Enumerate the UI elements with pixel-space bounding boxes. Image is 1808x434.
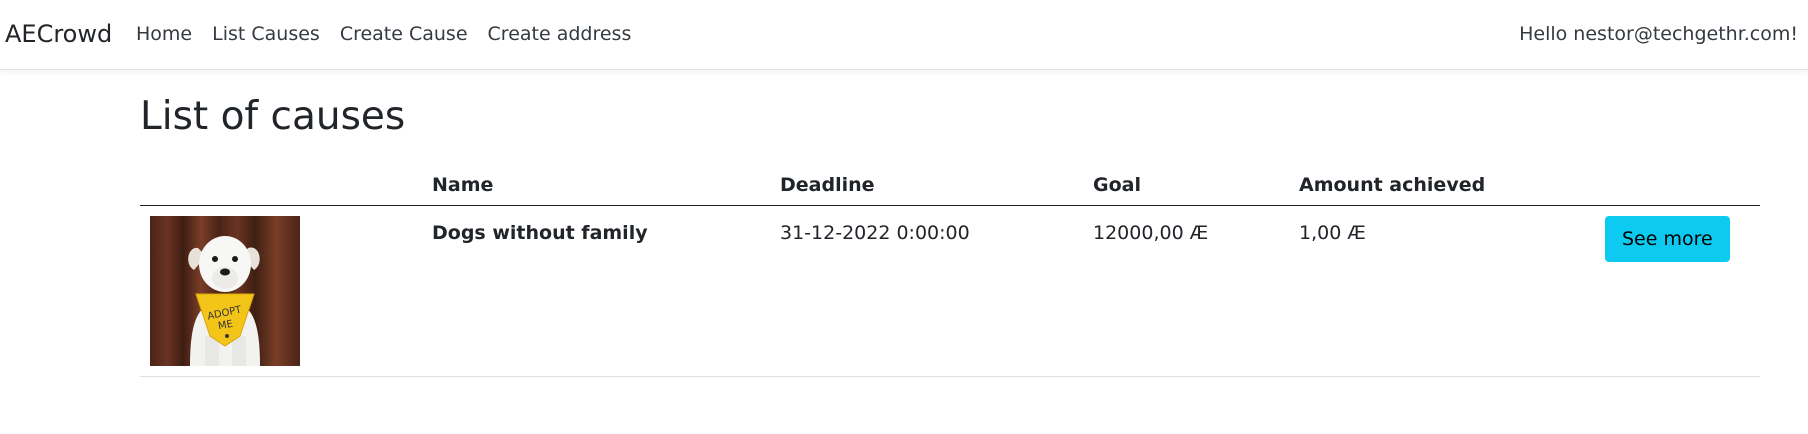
page-title: List of causes [140,94,406,139]
top-navbar: AECrowd Home List Causes Create Cause Cr… [0,0,1808,70]
see-more-button[interactable]: See more [1605,215,1730,262]
nav-list-causes[interactable]: List Causes [212,23,320,45]
brand-link[interactable]: AECrowd [5,20,112,48]
header-deadline: Deadline [780,164,1093,206]
main-container: List of causes Name Deadline Goal Amount… [140,70,1760,377]
cause-actions-cell: See more [1605,205,1760,377]
nav-create-cause[interactable]: Create Cause [340,23,468,45]
header-goal: Goal [1093,164,1299,206]
header-amount-achieved: Amount achieved [1299,164,1605,206]
header-image [140,164,432,206]
cause-image-cell: ADOPT ME [140,205,432,377]
causes-table: Name Deadline Goal Amount achieved ADOPT… [140,164,1760,377]
cause-name: Dogs without family [432,205,780,377]
cause-deadline: 31-12-2022 0:00:00 [780,205,1093,377]
header-actions [1605,164,1760,206]
dog-photo-icon: ADOPT ME [150,215,300,366]
cause-goal: 12000,00 Æ [1093,205,1299,377]
user-greeting: Hello nestor@techgethr.com! [1519,23,1798,45]
table-row: ADOPT ME Dogs without family 31-12-2022 … [140,205,1760,377]
dog-illustration: ADOPT ME [188,235,260,366]
nav-links: Home List Causes Create Cause Create add… [136,23,651,45]
nav-create-address[interactable]: Create address [488,23,632,45]
cause-amount-achieved: 1,00 Æ [1299,205,1605,377]
header-name: Name [432,164,780,206]
table-header-row: Name Deadline Goal Amount achieved [140,164,1760,206]
nav-home[interactable]: Home [136,23,192,45]
